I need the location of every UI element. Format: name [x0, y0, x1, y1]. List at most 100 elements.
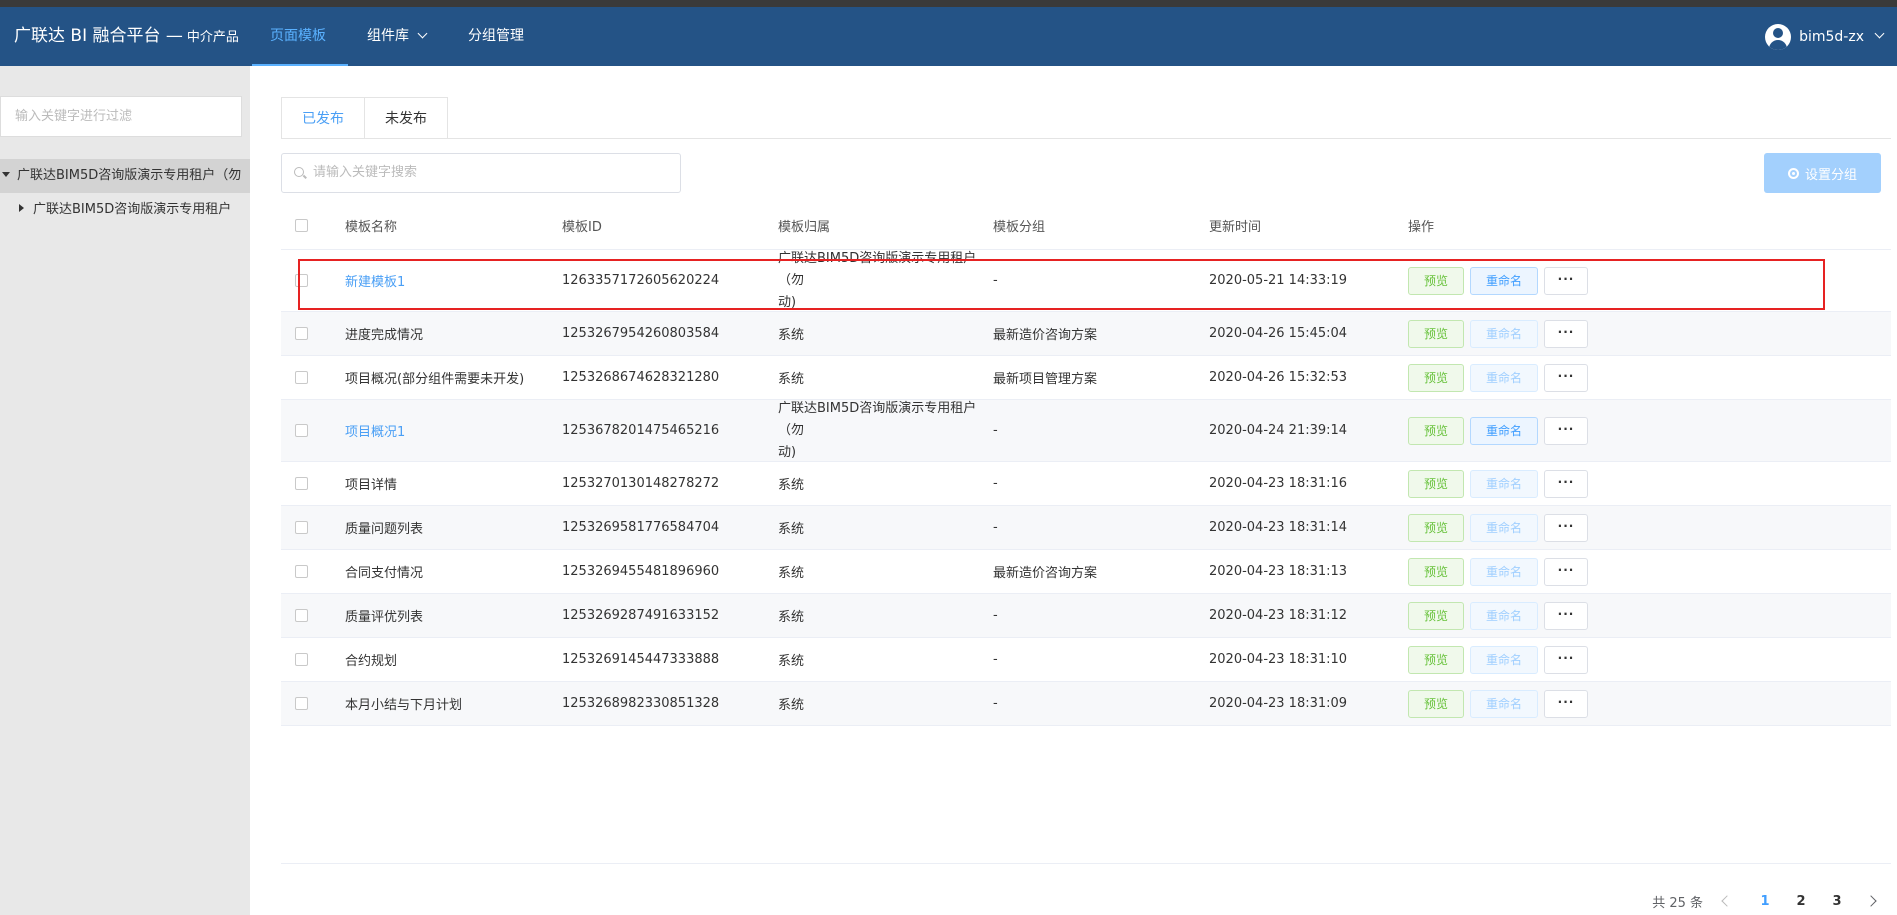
update-time: 2020-04-26 15:45:04 [1209, 326, 1348, 341]
rename-button[interactable]: 重命名 [1470, 557, 1538, 586]
more-actions-button[interactable]: ··· [1544, 266, 1588, 295]
template-id: 1263357172605620224 [562, 273, 720, 288]
top-navbar: 广联达 BI 融合平台 — 中介产品 页面模板 组件库 分组管理 bim5d-zx [0, 7, 1897, 66]
nav-group-management[interactable]: 分组管理 [468, 7, 524, 66]
tab-unpublished[interactable]: 未发布 [365, 97, 448, 139]
template-owner: 系统 [778, 638, 988, 681]
owner-text: 系统 [778, 328, 805, 343]
col-actions-header: 操作 [1408, 220, 1435, 235]
caret-down-icon[interactable] [2, 172, 10, 177]
template-id: 1253678201475465216 [562, 423, 720, 438]
rename-button[interactable]: 重命名 [1470, 416, 1538, 445]
page-3[interactable]: 3 [1819, 894, 1855, 909]
table-row: 项目概况(部分组件需要未开发) 1253268674628321280 系统 最新项目… [281, 356, 1891, 400]
template-group: - [993, 476, 998, 491]
row-checkbox[interactable] [295, 697, 308, 710]
more-actions-button[interactable]: ··· [1544, 469, 1588, 498]
update-time: 2020-04-24 21:39:14 [1209, 423, 1348, 438]
nav-component-library[interactable]: 组件库 [367, 7, 428, 66]
preview-button[interactable]: 预览 [1408, 469, 1464, 498]
table-row: 质量问题列表 1253269581776584704 系统 - 2020-04-23 1… [281, 506, 1891, 550]
row-checkbox[interactable] [295, 327, 308, 340]
rename-button[interactable]: 重命名 [1470, 319, 1538, 348]
template-group: - [993, 520, 998, 535]
tree-filter-input[interactable]: 输入关键字进行过滤 [0, 96, 242, 137]
rename-button[interactable]: 重命名 [1470, 645, 1538, 674]
more-actions-button[interactable]: ··· [1544, 319, 1588, 348]
set-group-button[interactable]: 设置分组 [1764, 153, 1881, 193]
more-actions-button[interactable]: ··· [1544, 416, 1588, 445]
rename-button[interactable]: 重命名 [1470, 601, 1538, 630]
tabs-divider [281, 138, 1891, 139]
row-checkbox[interactable] [295, 609, 308, 622]
preview-button[interactable]: 预览 [1408, 557, 1464, 586]
row-checkbox[interactable] [295, 371, 308, 384]
preview-button[interactable]: 预览 [1408, 416, 1464, 445]
more-actions-button[interactable]: ··· [1544, 689, 1588, 718]
update-time: 2020-04-23 18:31:14 [1209, 520, 1348, 535]
template-owner: 系统 [778, 550, 988, 593]
pagination-divider [281, 863, 1891, 864]
prev-page-icon[interactable] [1721, 895, 1733, 907]
template-group: - [993, 273, 998, 288]
more-actions-button[interactable]: ··· [1544, 601, 1588, 630]
next-page-icon[interactable] [1865, 895, 1877, 907]
rename-button[interactable]: 重命名 [1470, 266, 1538, 295]
owner-text-cont: 动) [778, 444, 797, 460]
template-group: 最新项目管理方案 [993, 372, 1098, 387]
user-menu[interactable]: bim5d-zx [1765, 7, 1885, 66]
table-row: 新建模板1 1263357172605620224 广联达BIM5D咨询版演示专用租… [281, 250, 1891, 312]
row-checkbox[interactable] [295, 424, 308, 437]
row-checkbox[interactable] [295, 521, 308, 534]
tree-node-tenant-child[interactable]: 广联达BIM5D咨询版演示专用租户 [0, 193, 250, 227]
update-time: 2020-04-23 18:31:16 [1209, 476, 1348, 491]
caret-right-icon[interactable] [19, 204, 24, 212]
template-name-link[interactable]: 新建模板1 [345, 250, 405, 311]
rename-button[interactable]: 重命名 [1470, 513, 1538, 542]
row-checkbox[interactable] [295, 477, 308, 490]
more-actions-button[interactable]: ··· [1544, 363, 1588, 392]
page-2[interactable]: 2 [1783, 894, 1819, 909]
owner-text: 系统 [778, 372, 805, 387]
rename-button[interactable]: 重命名 [1470, 469, 1538, 498]
nav-page-templates[interactable]: 页面模板 [270, 7, 326, 66]
preview-button[interactable]: 预览 [1408, 319, 1464, 348]
row-checkbox[interactable] [295, 274, 308, 287]
preview-button[interactable]: 预览 [1408, 689, 1464, 718]
row-checkbox[interactable] [295, 565, 308, 578]
tree-node-tenant[interactable]: 广联达BIM5D咨询版演示专用租户（勿 [0, 159, 250, 193]
total-count: 共 25 条 [1652, 895, 1703, 911]
preview-button[interactable]: 预览 [1408, 513, 1464, 542]
select-all-checkbox[interactable] [295, 219, 308, 232]
more-actions-button[interactable]: ··· [1544, 513, 1588, 542]
tab-published[interactable]: 已发布 [281, 97, 365, 139]
template-id: 1253270130148278272 [562, 476, 720, 491]
template-name-link[interactable]: 项目概况1 [345, 400, 405, 461]
table-row: 项目详情 1253270130148278272 系统 - 2020-04-23 18:… [281, 462, 1891, 506]
update-time: 2020-05-21 14:33:19 [1209, 273, 1348, 288]
update-time: 2020-04-23 18:31:12 [1209, 608, 1348, 623]
rename-button[interactable]: 重命名 [1470, 689, 1538, 718]
window-top-strip [0, 0, 1897, 7]
rename-button[interactable]: 重命名 [1470, 363, 1538, 392]
update-time: 2020-04-23 18:31:09 [1209, 696, 1348, 711]
template-id: 1253269287491633152 [562, 608, 720, 623]
table-row: 合同支付情况 1253269455481896960 系统 最新造价咨询方案 2020-… [281, 550, 1891, 594]
preview-button[interactable]: 预览 [1408, 266, 1464, 295]
search-input[interactable]: 请输入关键字搜索 [281, 153, 681, 193]
table-row: 合约规划 1253269145447333888 系统 - 2020-04-23 18:… [281, 638, 1891, 682]
preview-button[interactable]: 预览 [1408, 601, 1464, 630]
template-id: 1253269145447333888 [562, 652, 720, 667]
preview-button[interactable]: 预览 [1408, 645, 1464, 674]
more-actions-button[interactable]: ··· [1544, 557, 1588, 586]
owner-text: 系统 [778, 610, 805, 625]
template-owner: 系统 [778, 506, 988, 549]
update-time: 2020-04-23 18:31:13 [1209, 564, 1348, 579]
preview-button[interactable]: 预览 [1408, 363, 1464, 392]
more-actions-button[interactable]: ··· [1544, 645, 1588, 674]
col-group-header: 模板分组 [993, 220, 1046, 235]
row-checkbox[interactable] [295, 653, 308, 666]
page-1[interactable]: 1 [1747, 894, 1783, 909]
template-name: 合约规划 [345, 654, 398, 669]
template-owner: 广联达BIM5D咨询版演示专用租户（勿 动) [778, 250, 988, 311]
